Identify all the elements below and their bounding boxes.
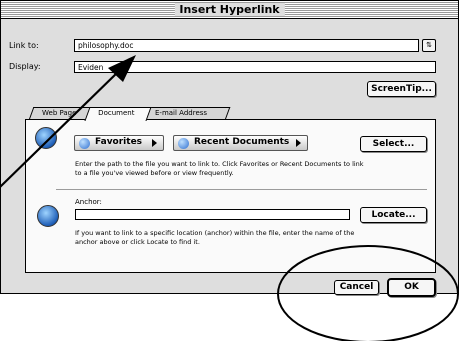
tab-document[interactable]: Document: [84, 107, 152, 121]
highlight-circle-buttons: [277, 245, 459, 341]
tab-document-label: Document: [98, 109, 135, 117]
annotation-overlay: [0, 55, 459, 341]
arrow-to-link-field: [0, 55, 136, 188]
